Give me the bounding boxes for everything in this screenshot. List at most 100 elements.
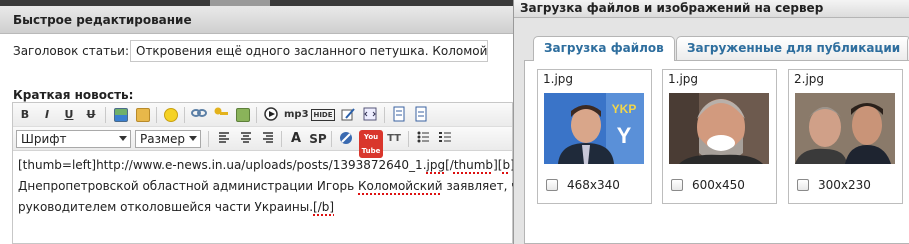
leech-link-button[interactable] <box>212 106 230 124</box>
file-manager-button[interactable] <box>134 106 152 124</box>
page-break-button[interactable] <box>390 106 408 124</box>
file-card[interactable]: 2.jpg 300x230 <box>788 69 903 204</box>
file-thumbnail[interactable]: YKP Y <box>544 93 644 164</box>
align-right-button[interactable] <box>259 130 277 148</box>
content-line-1: [thumb=left]http://www.e-news.in.ua/uplo… <box>18 155 513 176</box>
article-title-input[interactable]: Откровения ещё одного засланного петушка… <box>130 40 488 62</box>
page-icon <box>393 106 405 122</box>
folder-icon <box>136 108 150 122</box>
content-text: руководителем отколовшейся части Украины… <box>18 200 314 214</box>
file-select-checkbox[interactable] <box>671 179 683 191</box>
bold-button[interactable]: B <box>16 106 34 124</box>
hide-button[interactable]: HIDE <box>311 109 335 121</box>
quick-edit-titlebar[interactable]: Быстрое редактирование <box>0 6 513 34</box>
tab-upload-files[interactable]: Загрузка файлов <box>533 36 675 61</box>
portrait-thumbnail-icon <box>669 93 769 164</box>
upload-panel: 1.jpg YKP Y 468x340 1.jpg 600x450 2.jpg … <box>524 60 909 244</box>
misspelled-word: b <box>502 158 511 172</box>
font-select[interactable]: Шрифт <box>16 130 131 148</box>
short-news-label: Краткая новость: <box>13 88 134 102</box>
italic-button[interactable]: I <box>38 106 56 124</box>
align-right-icon <box>263 132 273 143</box>
upload-tabs: Загрузка файлов Загруженные для публикац… <box>524 30 909 244</box>
upload-title: Загрузка файлов и изображений на сервер <box>520 1 824 15</box>
portrait-thumbnail-icon: YKP Y <box>544 93 644 164</box>
file-select-checkbox[interactable] <box>546 179 558 191</box>
align-left-button[interactable] <box>215 130 233 148</box>
editor-toolbar-row-1: B I U U mp3 HIDE <box>13 103 512 127</box>
edit-button[interactable] <box>339 106 357 124</box>
file-select-checkbox[interactable] <box>797 179 809 191</box>
document-icon <box>415 106 427 122</box>
file-card[interactable]: 1.jpg 600x450 <box>662 69 777 204</box>
page-link-button[interactable] <box>412 106 430 124</box>
article-title-label: Заголовок статьи: <box>13 44 130 58</box>
file-thumbnail[interactable] <box>669 93 769 164</box>
misspelled-word: Коломойский <box>358 179 443 193</box>
sp-button[interactable]: SP <box>309 130 327 148</box>
quick-edit-title: Быстрое редактирование <box>13 13 192 27</box>
underline-button[interactable]: U <box>60 106 78 124</box>
editor-content[interactable]: [thumb=left]http://www.e-news.in.ua/uplo… <box>18 155 513 218</box>
smiley-button[interactable] <box>162 106 180 124</box>
content-text: Днепропетровской областной администрации… <box>18 179 359 193</box>
key-link-icon <box>214 107 228 115</box>
misspelled-word: jpg <box>426 158 446 172</box>
numbered-list-button[interactable] <box>436 130 454 148</box>
tab-uploaded-for-publication[interactable]: Загруженные для публикации <box>676 36 909 60</box>
svg-text:YKP: YKP <box>612 102 637 116</box>
pencil-icon <box>341 108 355 121</box>
portrait-thumbnail-icon <box>795 93 895 164</box>
upload-dialog: Загрузка файлов и изображений на сервер … <box>513 0 909 244</box>
file-name: 2.jpg <box>794 72 825 86</box>
strikethrough-button[interactable]: U <box>82 106 100 124</box>
numbered-list-icon <box>439 132 451 142</box>
link-icon <box>191 109 207 117</box>
bbcode-editor: B I U U mp3 HIDE Шрифт Размер A SP You T… <box>12 102 513 244</box>
file-name: 1.jpg <box>543 72 574 86</box>
color-button[interactable]: A <box>287 130 305 148</box>
no-format-button[interactable] <box>337 130 355 148</box>
content-text: http://www.e-news.in.ua/uploads/posts/13… <box>96 158 427 172</box>
file-name: 1.jpg <box>668 72 699 86</box>
content-line-3: руководителем отколовшейся части Украины… <box>18 197 508 218</box>
size-select[interactable]: Размер <box>135 130 201 148</box>
youtube-button[interactable]: You Tube <box>359 130 383 158</box>
content-text: заявляет, что <box>446 179 513 193</box>
play-icon <box>264 107 278 121</box>
forbidden-icon <box>340 132 352 144</box>
typewriter-button[interactable]: TT <box>385 130 403 148</box>
align-center-icon <box>241 132 251 143</box>
bullet-list-icon <box>417 131 429 143</box>
bullet-list-button[interactable] <box>414 130 432 148</box>
content-text: [thumb=left] <box>18 158 97 172</box>
misspelled-word: thumb <box>453 158 494 172</box>
insert-image-button[interactable] <box>112 106 130 124</box>
font-select-value: Шрифт <box>21 132 67 146</box>
text-color-icon: A <box>290 131 302 146</box>
code-icon <box>363 107 377 121</box>
flash-button[interactable] <box>262 106 280 124</box>
align-left-icon <box>219 132 229 143</box>
code-button[interactable] <box>361 106 379 124</box>
chevron-down-icon <box>189 136 197 141</box>
content-line-2: Днепропетровской областной администрации… <box>18 176 513 197</box>
youtube-icon: You Tube <box>359 130 383 158</box>
file-dimensions: 300x230 <box>818 178 871 192</box>
align-center-button[interactable] <box>237 130 255 148</box>
upload-titlebar[interactable]: Загрузка файлов и изображений на сервер <box>514 0 909 18</box>
image-icon <box>114 108 128 122</box>
chevron-down-icon <box>119 136 127 141</box>
insert-link-button[interactable] <box>190 106 208 124</box>
media-icon <box>236 108 250 122</box>
file-thumbnail[interactable] <box>795 93 895 164</box>
file-dimensions: 468x340 <box>567 178 620 192</box>
file-card[interactable]: 1.jpg YKP Y 468x340 <box>537 69 652 204</box>
insert-media-button[interactable] <box>234 106 252 124</box>
content-text: [/ <box>445 158 454 172</box>
svg-text:Y: Y <box>617 123 632 148</box>
misspelled-word: [/b] <box>313 200 335 214</box>
quick-edit-dialog: Быстрое редактирование Заголовок статьи:… <box>0 0 513 244</box>
mp3-button[interactable]: mp3 <box>284 106 309 124</box>
size-select-value: Размер <box>140 132 186 146</box>
